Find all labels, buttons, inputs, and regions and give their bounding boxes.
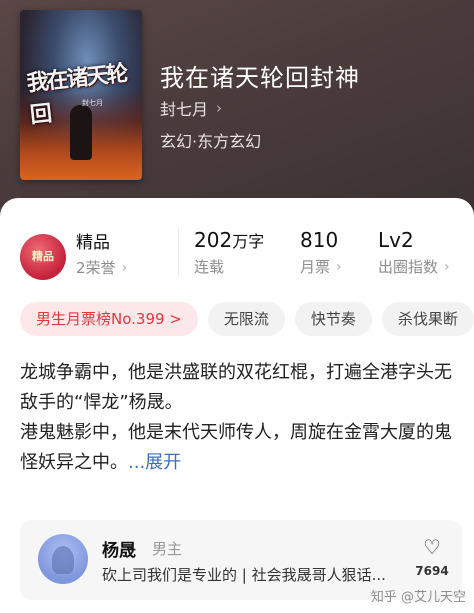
quality-stat[interactable]: 精品 2荣誉 ›: [76, 228, 127, 278]
book-title: 我在诸天轮回封神: [160, 64, 360, 92]
serial-status: 连载: [194, 258, 225, 276]
popularity-stat[interactable]: Lv2 出圈指数 ›: [378, 228, 450, 277]
book-detail-card: 精品 精品 2荣誉 › 202万字 连载 810 月票 › Lv2 出圈指数 ›: [0, 198, 474, 613]
tag-rank[interactable]: 男生月票榜No.399 >: [20, 302, 198, 336]
tag-item[interactable]: 杀伐果断: [381, 302, 474, 336]
stats-row: 精品 精品 2荣誉 › 202万字 连载 810 月票 › Lv2 出圈指数 ›: [0, 198, 474, 288]
quality-badge-icon: 精品: [20, 234, 66, 280]
tag-item[interactable]: 无限流: [207, 302, 285, 336]
heart-icon: ♡: [423, 535, 441, 559]
word-count-stat: 202万字 连载: [194, 228, 264, 277]
book-description[interactable]: 龙城争霸中，他是洪盛联的双花红棍，打遍全港字头无敌手的“悍龙”杨晟。 港鬼魅影中…: [20, 358, 456, 478]
word-count: 202: [194, 228, 233, 252]
book-header: 我在诸天轮回 封七月 我在诸天轮回封神 封七月 › 玄幻·东方玄幻: [0, 0, 474, 210]
like-button[interactable]: ♡ 7694: [414, 536, 450, 578]
book-cover[interactable]: 我在诸天轮回 封七月: [20, 10, 142, 180]
chevron-right-icon: ›: [121, 259, 128, 276]
popularity-level: Lv2: [378, 228, 414, 252]
description-line-2: 港鬼魅影中，他是末代天师传人，周旋在金霄大厦的鬼怪妖异之中。: [20, 422, 452, 473]
honors-count: 2荣誉: [76, 259, 116, 277]
stats-divider: [178, 228, 179, 276]
watermark: 知乎 @艾儿天空: [370, 590, 466, 605]
author-link[interactable]: 封七月 ›: [160, 96, 222, 120]
cover-title-art: 我在诸天轮回: [25, 60, 128, 129]
character-role: 男主: [152, 540, 183, 558]
monthly-votes-stat[interactable]: 810 月票 ›: [300, 228, 342, 277]
cover-author-art: 封七月: [82, 99, 103, 107]
character-quote: 砍上司我们是专业的 | 社会我晟哥人狠话...: [102, 566, 386, 584]
author-name: 封七月: [160, 100, 209, 119]
book-genre: 玄幻·东方玄幻: [160, 132, 262, 151]
like-count: 7694: [415, 564, 449, 578]
tag-item[interactable]: 快节奏: [294, 302, 372, 336]
monthly-votes-count: 810: [300, 228, 339, 252]
avatar: [38, 534, 88, 584]
word-unit: 万字: [232, 232, 265, 251]
popularity-label: 出圈指数: [378, 258, 439, 276]
description-line-1: 龙城争霸中，他是洪盛联的双花红棍，打遍全港字头无敌手的“悍龙”杨晟。: [20, 362, 452, 413]
character-name: 杨晟: [102, 541, 136, 561]
chevron-right-icon: ›: [336, 258, 342, 275]
tag-list: 男生月票榜No.399 > 无限流 快节奏 杀伐果断: [20, 302, 474, 336]
chevron-right-icon: ›: [444, 258, 450, 275]
quality-label: 精品: [76, 233, 110, 253]
expand-link[interactable]: ...展开: [128, 452, 181, 473]
monthly-votes-label: 月票: [300, 258, 331, 276]
chevron-right-icon: ›: [216, 99, 223, 117]
quality-badge-text: 精品: [32, 250, 54, 263]
